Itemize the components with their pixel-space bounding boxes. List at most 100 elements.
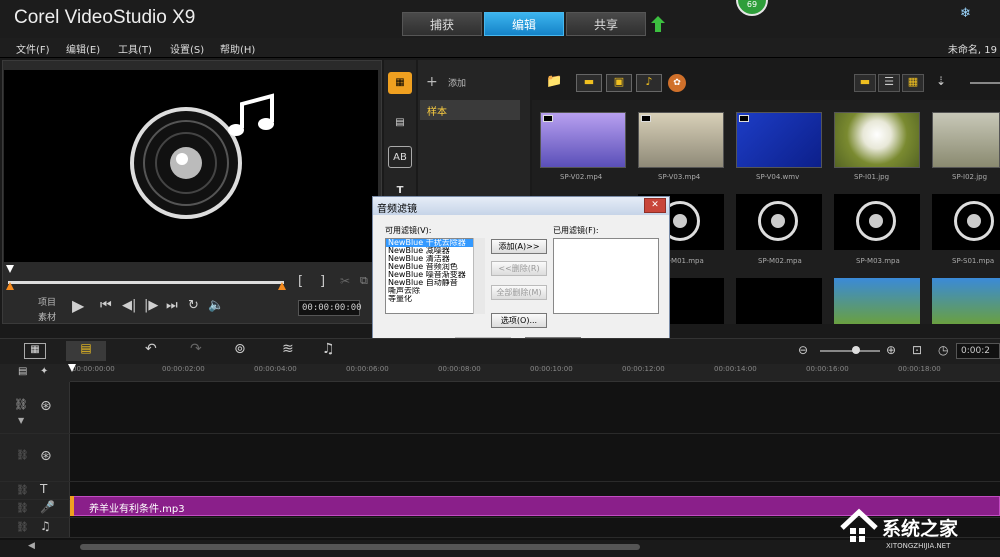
media-icon[interactable]: ▦ [388, 72, 412, 94]
thumbnail-size-slider[interactable] [970, 82, 1000, 84]
redo-icon[interactable]: ↷ [190, 341, 202, 357]
media-thumb[interactable] [932, 278, 1000, 324]
menu-help[interactable]: 帮助(H) [220, 41, 255, 56]
menu-tools[interactable]: 工具(T) [118, 41, 152, 56]
close-icon[interactable]: ✕ [644, 198, 666, 213]
overlay-track[interactable]: ⛓ ⊛ [0, 434, 1000, 482]
options-button[interactable]: 选项(O)... [491, 313, 547, 328]
player-timecode[interactable]: 00:00:00:00 [298, 300, 362, 316]
mark-out-button[interactable]: ] [320, 274, 325, 289]
zoom-in-icon[interactable]: ⊕ [886, 343, 896, 357]
instant-project-icon[interactable]: ▤ [388, 112, 412, 134]
available-filters-list[interactable]: NewBlue 干扰去除器 NewBlue 减噪器 NewBlue 清洁器 Ne… [385, 238, 485, 314]
track-lock-icon[interactable]: ⛓ [16, 450, 29, 461]
media-thumb[interactable] [834, 194, 920, 250]
media-thumb[interactable] [834, 278, 920, 324]
undo-icon[interactable]: ↶ [145, 341, 157, 357]
end-icon[interactable]: ⏭ [166, 298, 178, 313]
list-item[interactable]: 等量化 [386, 295, 484, 303]
media-thumb[interactable] [540, 112, 626, 168]
media-thumb[interactable] [834, 112, 920, 168]
record-capture-icon[interactable]: ⊚ [234, 341, 246, 357]
snowflake-icon[interactable]: ❄ [960, 6, 971, 21]
home-icon[interactable]: ⏮ [100, 298, 112, 313]
upload-icon[interactable] [651, 16, 665, 32]
sound-mixer-icon[interactable]: ≋ [282, 341, 294, 357]
list-item[interactable]: NewBlue 干扰去除器 [386, 239, 484, 247]
folder-icon[interactable]: 📁 [546, 74, 562, 89]
previous-frame-icon[interactable]: ◀| [122, 298, 136, 313]
track-expand-icon[interactable]: ▼ [18, 416, 24, 425]
scrub-bar[interactable] [8, 281, 284, 284]
volume-icon[interactable]: 🔈 [208, 298, 224, 313]
repeat-icon[interactable]: ↻ [188, 298, 199, 313]
triple-scoop-icon[interactable]: ✿ [668, 74, 686, 92]
thumbnail-view-icon[interactable]: ▦ [902, 74, 924, 92]
list-view-icon[interactable]: ▬ [854, 74, 876, 92]
auto-music-icon[interactable]: ♫ [322, 341, 335, 357]
list-item[interactable]: 嘶声去除 [386, 287, 484, 295]
track-lock-icon[interactable]: ⛓ [14, 398, 28, 411]
clip-mode-label[interactable]: 素材 [38, 310, 56, 323]
folder-item-sample[interactable]: 样本 [420, 100, 520, 120]
zoom-out-icon[interactable]: ⊖ [798, 343, 808, 357]
timeline-view-icon[interactable]: ▤ [66, 341, 106, 361]
list-item[interactable]: NewBlue 清洁器 [386, 255, 484, 263]
video-track[interactable]: ⛓ ▼ ⊛ [0, 382, 1000, 434]
next-frame-icon[interactable]: |▶ [144, 298, 158, 313]
menu-file[interactable]: 文件(F) [16, 41, 50, 56]
track-lock-icon[interactable]: ⛓ [16, 485, 29, 496]
time-ruler[interactable]: 00:00:00:00 00:00:02:00 00:00:04:00 00:0… [70, 364, 1000, 382]
menu-settings[interactable]: 设置(S) [170, 41, 204, 56]
media-thumb[interactable] [736, 112, 822, 168]
zoom-slider[interactable] [820, 350, 880, 352]
media-thumb[interactable] [736, 278, 822, 324]
tab-edit[interactable]: 编辑 [484, 12, 564, 36]
timeline-timecode[interactable]: 0:00:2 [956, 343, 1000, 359]
add-button[interactable]: 添加(A)>> [491, 239, 547, 254]
track-manager-icon[interactable]: ▤ [18, 366, 27, 377]
list-item[interactable]: NewBlue 音频润色 [386, 263, 484, 271]
play-icon[interactable]: ▶ [72, 296, 84, 315]
media-thumb[interactable] [932, 112, 1000, 168]
project-mode-label[interactable]: 项目 [38, 295, 56, 308]
scroll-left-icon[interactable]: ◀ [28, 541, 35, 551]
trim-start-marker[interactable] [6, 282, 14, 290]
details-view-icon[interactable]: ☰ [878, 74, 900, 92]
remove-all-button[interactable]: 全部删除(M) [491, 285, 547, 300]
trim-end-marker[interactable] [278, 282, 286, 290]
show-audio-icon[interactable]: ♪ [636, 74, 662, 92]
show-photo-icon[interactable]: ▣ [606, 74, 632, 92]
playhead-marker[interactable] [6, 265, 14, 273]
list-item[interactable]: NewBlue 自动静音 [386, 279, 484, 287]
clip-trim-handle[interactable] [70, 496, 74, 516]
split-icon[interactable]: ✂ [340, 274, 350, 288]
scrollbar-thumb[interactable] [80, 544, 640, 550]
menu-edit[interactable]: 编辑(E) [66, 41, 100, 56]
tab-capture[interactable]: 捕获 [402, 12, 482, 36]
storyboard-view-icon[interactable]: ▦ [24, 343, 46, 359]
transition-icon[interactable]: AB [388, 146, 412, 168]
remove-button[interactable]: <<删除(R) [491, 261, 547, 276]
show-video-icon[interactable]: ▬ [576, 74, 602, 92]
tab-share[interactable]: 共享 [566, 12, 646, 36]
list-item[interactable]: NewBlue 减噪器 [386, 247, 484, 255]
list-item[interactable]: NewBlue 噪音渐变器 [386, 271, 484, 279]
add-chapter-icon[interactable]: ✦ [40, 366, 48, 377]
zoom-slider-thumb[interactable] [852, 346, 860, 354]
track-lock-icon[interactable]: ⛓ [16, 522, 29, 533]
copy-icon[interactable]: ⧉ [360, 274, 368, 288]
sort-icon[interactable]: ⇣ [936, 74, 946, 88]
media-thumb[interactable] [736, 194, 822, 250]
timeline-playhead[interactable] [68, 364, 76, 372]
fit-project-icon[interactable]: ⊡ [912, 343, 922, 357]
list-scrollbar[interactable] [473, 238, 485, 314]
track-lock-icon[interactable]: ⛓ [16, 503, 29, 514]
add-folder-label[interactable]: 添加 [448, 76, 466, 89]
media-thumb[interactable] [932, 194, 1000, 250]
media-thumb[interactable] [638, 112, 724, 168]
mark-in-button[interactable]: [ [298, 274, 303, 289]
preview-screen[interactable] [4, 70, 378, 262]
used-filters-list[interactable] [553, 238, 659, 314]
add-folder-icon[interactable]: + [426, 74, 438, 90]
